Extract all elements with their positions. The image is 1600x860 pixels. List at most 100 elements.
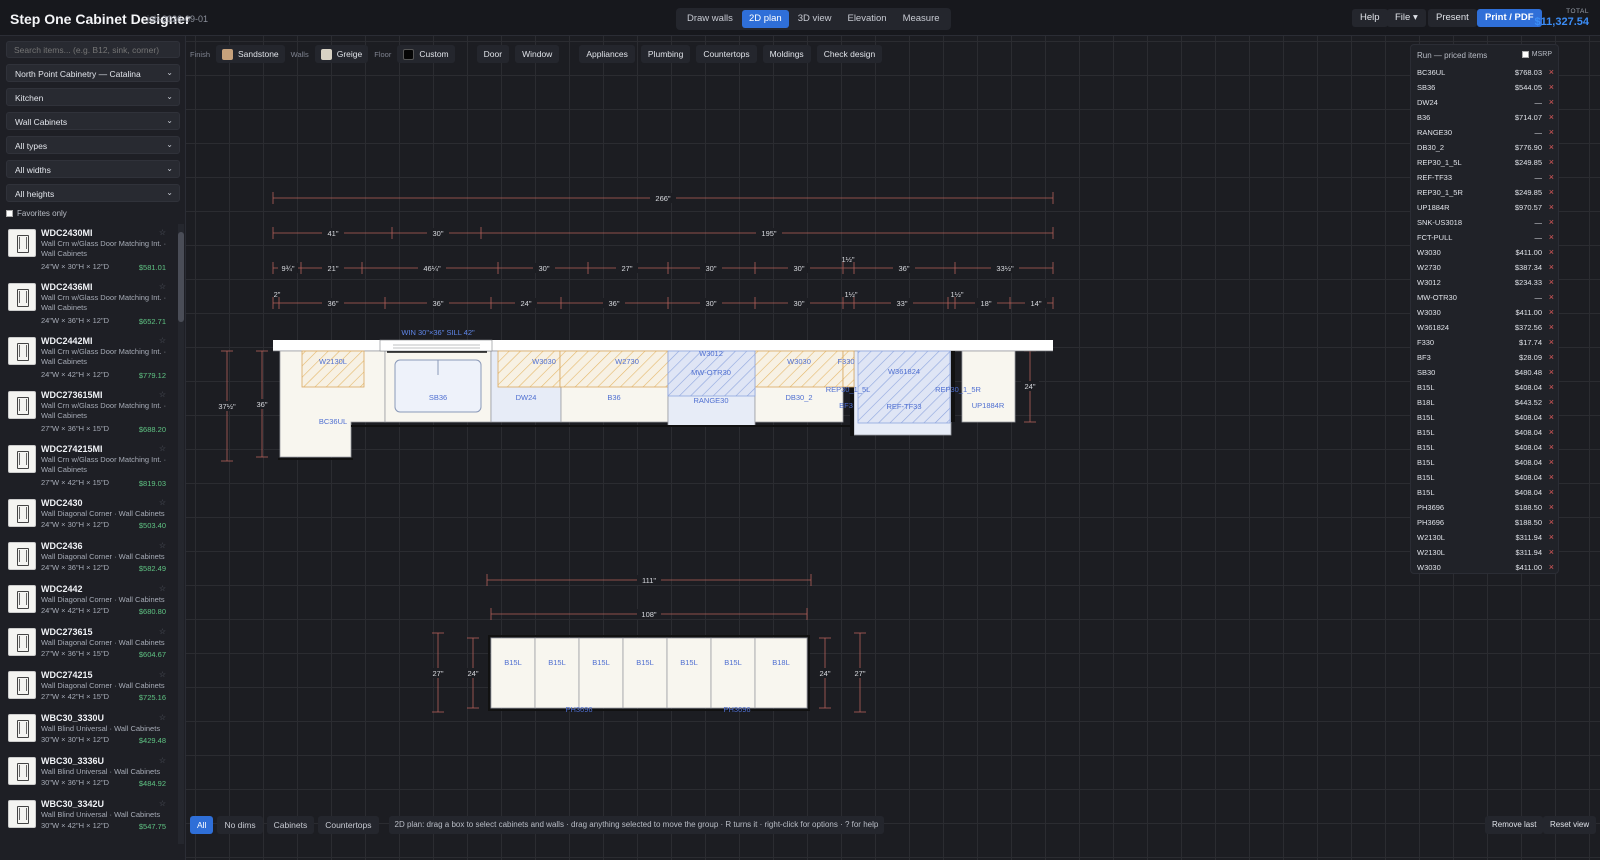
- remove-item-icon[interactable]: ×: [1549, 112, 1554, 122]
- catalog-item[interactable]: WBC30_3342U ☆ Wall Blind Universal · Wall …: [0, 796, 178, 839]
- run-item-row[interactable]: BF3 $28.09 ×: [1417, 352, 1554, 367]
- catalog-item[interactable]: WDC2436 ☆ Wall Diagonal Corner · Wall Cabi…: [0, 538, 178, 581]
- filter-countertops[interactable]: Countertops: [318, 816, 379, 834]
- width-select[interactable]: All widths ⌄: [6, 160, 180, 178]
- run-item-row[interactable]: B15L $408.04 ×: [1417, 412, 1554, 427]
- run-item-row[interactable]: W2130L $311.94 ×: [1417, 547, 1554, 562]
- favorites-only-checkbox[interactable]: Favorites only: [6, 209, 67, 218]
- remove-item-icon[interactable]: ×: [1549, 157, 1554, 167]
- remove-item-icon[interactable]: ×: [1549, 307, 1554, 317]
- island-cabinet[interactable]: [622, 637, 668, 709]
- present-button[interactable]: Present: [1428, 9, 1477, 27]
- run-item-row[interactable]: W2730 $387.34 ×: [1417, 262, 1554, 277]
- star-icon[interactable]: ☆: [159, 498, 166, 507]
- run-item-row[interactable]: PH3696 $188.50 ×: [1417, 502, 1554, 517]
- run-item-row[interactable]: W3030 $411.00 ×: [1417, 307, 1554, 322]
- catalog-item[interactable]: WDC2436MI ☆ Wall Crn w/Glass Door Matching…: [0, 279, 178, 333]
- mode-2d-plan[interactable]: 2D plan: [741, 10, 789, 28]
- remove-item-icon[interactable]: ×: [1549, 202, 1554, 212]
- door-tool[interactable]: Door: [476, 45, 510, 63]
- star-icon[interactable]: ☆: [159, 584, 166, 593]
- run-item-row[interactable]: DB30_2 $776.90 ×: [1417, 142, 1554, 157]
- catalog-item[interactable]: WDC274215 ☆ Wall Diagonal Corner · Wall Ca…: [0, 667, 178, 710]
- moldings-tool[interactable]: Moldings: [762, 45, 811, 63]
- remove-item-icon[interactable]: ×: [1549, 277, 1554, 287]
- remove-item-icon[interactable]: ×: [1549, 67, 1554, 77]
- run-item-row[interactable]: DW24 — ×: [1417, 97, 1554, 112]
- remove-item-icon[interactable]: ×: [1549, 187, 1554, 197]
- run-item-row[interactable]: B36 $714.07 ×: [1417, 112, 1554, 127]
- remove-item-icon[interactable]: ×: [1549, 232, 1554, 242]
- island-cabinet[interactable]: [490, 637, 536, 709]
- run-item-row[interactable]: SB30 $480.48 ×: [1417, 367, 1554, 382]
- finish-picker[interactable]: Sandstone: [216, 45, 285, 63]
- run-item-row[interactable]: SNK-US3018 — ×: [1417, 217, 1554, 232]
- island-cabinet[interactable]: [754, 637, 808, 709]
- run-item-row[interactable]: B15L $408.04 ×: [1417, 487, 1554, 502]
- print-pdf-button[interactable]: Print / PDF: [1477, 9, 1542, 27]
- star-icon[interactable]: ☆: [159, 627, 166, 636]
- remove-item-icon[interactable]: ×: [1549, 397, 1554, 407]
- msrp-checkbox[interactable]: MSRP: [1521, 51, 1552, 58]
- island-cabinet[interactable]: [666, 637, 712, 709]
- catalog-item[interactable]: WDC2430 ☆ Wall Diagonal Corner · Wall Cabi…: [0, 495, 178, 538]
- remove-item-icon[interactable]: ×: [1549, 247, 1554, 257]
- remove-item-icon[interactable]: ×: [1549, 127, 1554, 137]
- run-item-row[interactable]: B18L $443.52 ×: [1417, 397, 1554, 412]
- run-item-row[interactable]: REP30_1_5L $249.85 ×: [1417, 157, 1554, 172]
- catalog-item[interactable]: WBC30_3330U ☆ Wall Blind Universal · Wall …: [0, 710, 178, 753]
- appliances-tool[interactable]: Appliances: [579, 45, 635, 63]
- remove-item-icon[interactable]: ×: [1549, 217, 1554, 227]
- floor-plan-drawing[interactable]: 266" 41" 30" 195" 9¾" 21" 46¼" 30" 27" 3…: [186, 36, 1600, 860]
- floor-picker[interactable]: Custom: [397, 45, 455, 63]
- remove-item-icon[interactable]: ×: [1549, 292, 1554, 302]
- remove-item-icon[interactable]: ×: [1549, 532, 1554, 542]
- run-item-row[interactable]: F330 $17.74 ×: [1417, 337, 1554, 352]
- catalog-item[interactable]: WDC2442MI ☆ Wall Crn w/Glass Door Matching…: [0, 333, 178, 387]
- remove-item-icon[interactable]: ×: [1549, 352, 1554, 362]
- island-cabinet[interactable]: [534, 637, 580, 709]
- remove-item-icon[interactable]: ×: [1549, 172, 1554, 182]
- run-item-row[interactable]: REF-TF33 — ×: [1417, 172, 1554, 187]
- catalog-item[interactable]: WDC273615 ☆ Wall Diagonal Corner · Wall Ca…: [0, 624, 178, 667]
- remove-item-icon[interactable]: ×: [1549, 337, 1554, 347]
- mode-3d-view[interactable]: 3D view: [791, 10, 839, 28]
- star-icon[interactable]: ☆: [159, 336, 166, 345]
- run-item-row[interactable]: PH3696 $188.50 ×: [1417, 517, 1554, 532]
- check-design-button[interactable]: Check design: [816, 45, 883, 63]
- run-item-row[interactable]: W2130L $311.94 ×: [1417, 532, 1554, 547]
- room-select[interactable]: Kitchen ⌄: [6, 88, 180, 106]
- catalog-scrollbar-thumb[interactable]: [178, 232, 184, 322]
- countertops-tool[interactable]: Countertops: [696, 45, 757, 63]
- remove-item-icon[interactable]: ×: [1549, 142, 1554, 152]
- star-icon[interactable]: ☆: [159, 390, 166, 399]
- window[interactable]: [379, 339, 493, 353]
- file-menu-button[interactable]: File ▾: [1387, 9, 1426, 27]
- remove-item-icon[interactable]: ×: [1549, 547, 1554, 557]
- filter-cabinets[interactable]: Cabinets: [266, 816, 315, 834]
- remove-item-icon[interactable]: ×: [1549, 457, 1554, 467]
- catalog-item[interactable]: WDC2442 ☆ Wall Diagonal Corner · Wall Cabi…: [0, 581, 178, 624]
- run-item-row[interactable]: B15L $408.04 ×: [1417, 457, 1554, 472]
- catalog-item[interactable]: WBC30_3336U ☆ Wall Blind Universal · Wall …: [0, 753, 178, 796]
- remove-item-icon[interactable]: ×: [1549, 262, 1554, 272]
- run-item-row[interactable]: MW-OTR30 — ×: [1417, 292, 1554, 307]
- type-select[interactable]: All types ⌄: [6, 136, 180, 154]
- remove-item-icon[interactable]: ×: [1549, 412, 1554, 422]
- window-tool[interactable]: Window: [515, 45, 560, 63]
- catalog-item[interactable]: WDC274215MI ☆ Wall Crn w/Glass Door Matchi…: [0, 441, 178, 495]
- mode-draw-walls[interactable]: Draw walls: [680, 10, 740, 28]
- filter-no-dims[interactable]: No dims: [217, 816, 263, 834]
- run-item-row[interactable]: W3012 $234.33 ×: [1417, 277, 1554, 292]
- run-item-row[interactable]: UP1884R $970.57 ×: [1417, 202, 1554, 217]
- remove-item-icon[interactable]: ×: [1549, 322, 1554, 332]
- star-icon[interactable]: ☆: [159, 799, 166, 808]
- remove-item-icon[interactable]: ×: [1549, 472, 1554, 482]
- plumbing-tool[interactable]: Plumbing: [640, 45, 691, 63]
- star-icon[interactable]: ☆: [159, 541, 166, 550]
- star-icon[interactable]: ☆: [159, 670, 166, 679]
- star-icon[interactable]: ☆: [159, 444, 166, 453]
- run-item-row[interactable]: B15L $408.04 ×: [1417, 382, 1554, 397]
- height-select[interactable]: All heights ⌄: [6, 184, 180, 202]
- mode-elevation[interactable]: Elevation: [840, 10, 893, 28]
